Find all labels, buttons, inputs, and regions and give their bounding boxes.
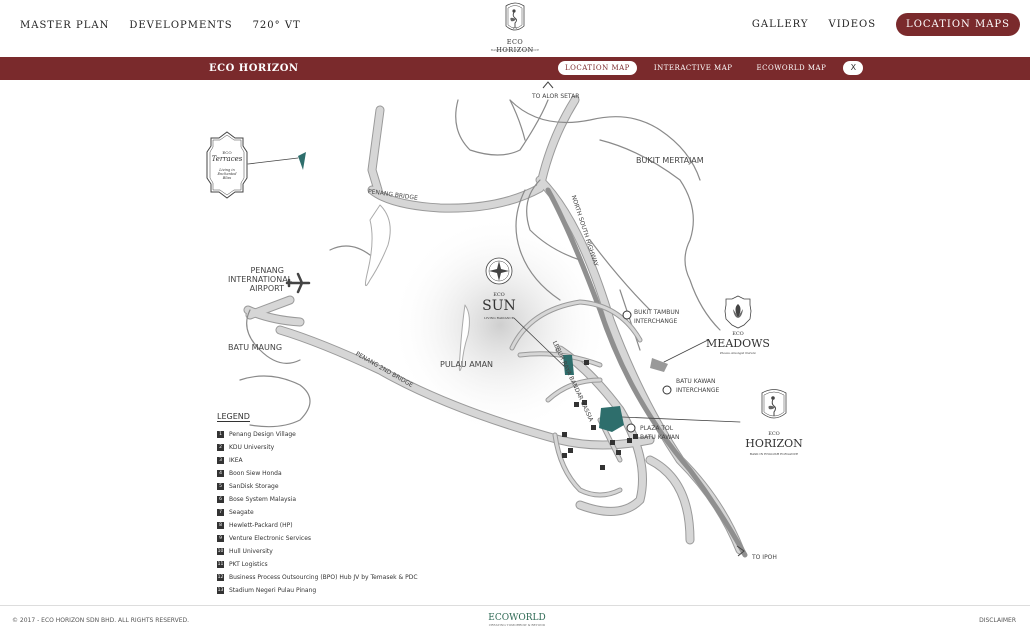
badge-frame-icon: [206, 131, 248, 199]
legend-number: 8: [217, 522, 224, 529]
legend-label: Stadium Negeri Pulau Pinang: [229, 587, 317, 594]
legend-item: 6 Bose System Malaysia: [217, 493, 418, 506]
legend-item: 4 Boon Siew Honda: [217, 467, 418, 480]
legend-number: 4: [217, 470, 224, 477]
ecoworld-logo[interactable]: ECOWORLD CREATING TOMORROW & BEYOND: [487, 613, 547, 627]
label-bukit-tambun-interchange: BUKIT TAMBUN INTERCHANGE: [634, 309, 680, 325]
label-to-ipoh: TO IPOH: [752, 554, 777, 561]
label-pulau-aman: PULAU AMAN: [440, 360, 494, 369]
legend-number: 12: [217, 574, 224, 581]
legend-number: 13: [217, 587, 224, 594]
tab-interactive-map[interactable]: INTERACTIVE MAP: [647, 61, 740, 75]
page-footer: © 2017 - ECO HORIZON SDN BHD. ALL RIGHTS…: [0, 605, 1030, 630]
label-batu-kawan-interchange: BATU KAWAN INTERCHANGE: [676, 378, 720, 394]
nav-videos[interactable]: VIDEOS: [829, 19, 877, 30]
nav-720-vt[interactable]: 720° VT: [253, 20, 301, 31]
label-plaza-tol-batu-kawan: PLAZA TOL BATU KAWAN: [640, 425, 680, 441]
legend-number: 9: [217, 535, 224, 542]
nav-location-maps[interactable]: LOCATION MAPS: [896, 13, 1020, 36]
map-tabs: LOCATION MAP INTERACTIVE MAP ECOWORLD MA…: [558, 61, 864, 75]
legend-label: Bose System Malaysia: [229, 496, 297, 503]
legend-item: 1 Penang Design Village: [217, 428, 418, 441]
sun-compass-icon: [485, 257, 513, 285]
legend-label: Seagate: [229, 509, 254, 516]
label-bukit-mertajam: BUKIT MERTAJAM: [636, 156, 704, 165]
meadows-crest-icon: [724, 295, 752, 329]
map-legend: LEGEND 1 Penang Design Village 2 KDU Univer…: [217, 404, 418, 597]
legend-item: 5 SanDisk Storage: [217, 480, 418, 493]
legend-item: 11 PKT Logistics: [217, 558, 418, 571]
legend-number: 1: [217, 431, 224, 438]
eco-horizon-logo[interactable]: ECO HORIZON BASK IN ENGLISH ELEGANCE: [490, 0, 540, 54]
legend-label: Venture Electronic Services: [229, 535, 312, 542]
legend-title: LEGEND: [217, 412, 250, 422]
legend-number: 6: [217, 496, 224, 503]
top-navigation: MASTER PLAN DEVELOPMENTS 720° VT ECO HORI…: [0, 0, 1030, 57]
location-subbar: ECO HORIZON LOCATION MAP INTERACTIVE MAP…: [0, 57, 1030, 80]
legend-label: SanDisk Storage: [229, 483, 279, 490]
eco-terraces-badge[interactable]: ECO Terraces Living in Enchanted Bliss: [205, 130, 249, 200]
nav-left-group: MASTER PLAN DEVELOPMENTS 720° VT: [20, 20, 301, 31]
nav-right-group: GALLERY VIDEOS LOCATION MAPS: [752, 13, 1020, 36]
legend-item: 13 Stadium Negeri Pulau Pinang: [217, 584, 418, 597]
legend-label: Hewlett-Packard (HP): [229, 522, 293, 529]
legend-label: Hull University: [229, 548, 273, 555]
flamingo-crest-icon: [505, 2, 525, 31]
close-map-button[interactable]: X: [843, 61, 864, 75]
legend-item: 2 KDU University: [217, 441, 418, 454]
label-penang-airport: PENANG INTERNATIONAL AIRPORT: [228, 266, 293, 293]
legend-number: 2: [217, 444, 224, 451]
legend-label: KDU University: [229, 444, 275, 451]
legend-label: PKT Logistics: [229, 561, 268, 568]
legend-item: 7 Seagate: [217, 506, 418, 519]
map-roads-graphic: [239, 81, 748, 558]
legend-number: 7: [217, 509, 224, 516]
legend-item: 12 Business Process Outsourcing (BPO) Hub…: [217, 571, 418, 584]
eco-sun-badge[interactable]: ECO SUN LIVING RADIANCE: [474, 256, 524, 328]
legend-number: 3: [217, 457, 224, 464]
legend-label: Penang Design Village: [229, 431, 296, 438]
legend-item: 8 Hewlett-Packard (HP): [217, 519, 418, 532]
copyright-text: © 2017 - ECO HORIZON SDN BHD. ALL RIGHTS…: [12, 617, 190, 624]
legend-label: Boon Siew Honda: [229, 470, 282, 477]
disclaimer-link[interactable]: DISCLAIMER: [979, 617, 1016, 624]
logo-tagline: BASK IN ENGLISH ELEGANCE: [490, 48, 540, 52]
legend-label: IKEA: [229, 457, 243, 464]
subbar-title: ECO HORIZON: [209, 63, 299, 74]
eco-meadows-badge[interactable]: ECO MEADOWS Places Amongst Nature: [706, 295, 770, 367]
legend-item: 9 Venture Electronic Services: [217, 532, 418, 545]
eco-horizon-badge[interactable]: ECO HORIZON BASK IN ENGLISH ELEGANCE: [742, 387, 806, 467]
legend-number: 5: [217, 483, 224, 490]
nav-master-plan[interactable]: MASTER PLAN: [20, 20, 109, 31]
label-to-alor-setar: TO ALOR SETAR: [532, 93, 580, 100]
legend-item: 3 IKEA: [217, 454, 418, 467]
label-batu-maung: BATU MAUNG: [228, 343, 283, 352]
tab-ecoworld-map[interactable]: ECOWORLD MAP: [749, 61, 833, 75]
legend-list: 1 Penang Design Village 2 KDU University 3 IK…: [217, 428, 418, 597]
legend-number: 10: [217, 548, 224, 555]
nav-developments[interactable]: DEVELOPMENTS: [129, 20, 232, 31]
horizon-flamingo-icon: [761, 389, 787, 419]
tab-location-map[interactable]: LOCATION MAP: [558, 61, 637, 75]
legend-number: 11: [217, 561, 224, 568]
nav-gallery[interactable]: GALLERY: [752, 19, 809, 30]
legend-item: 10 Hull University: [217, 545, 418, 558]
location-map[interactable]: TO ALOR SETAR BUKIT MERTAJAM PENANG BRID…: [0, 80, 1030, 605]
legend-label: Business Process Outsourcing (BPO) Hub J…: [229, 574, 418, 581]
